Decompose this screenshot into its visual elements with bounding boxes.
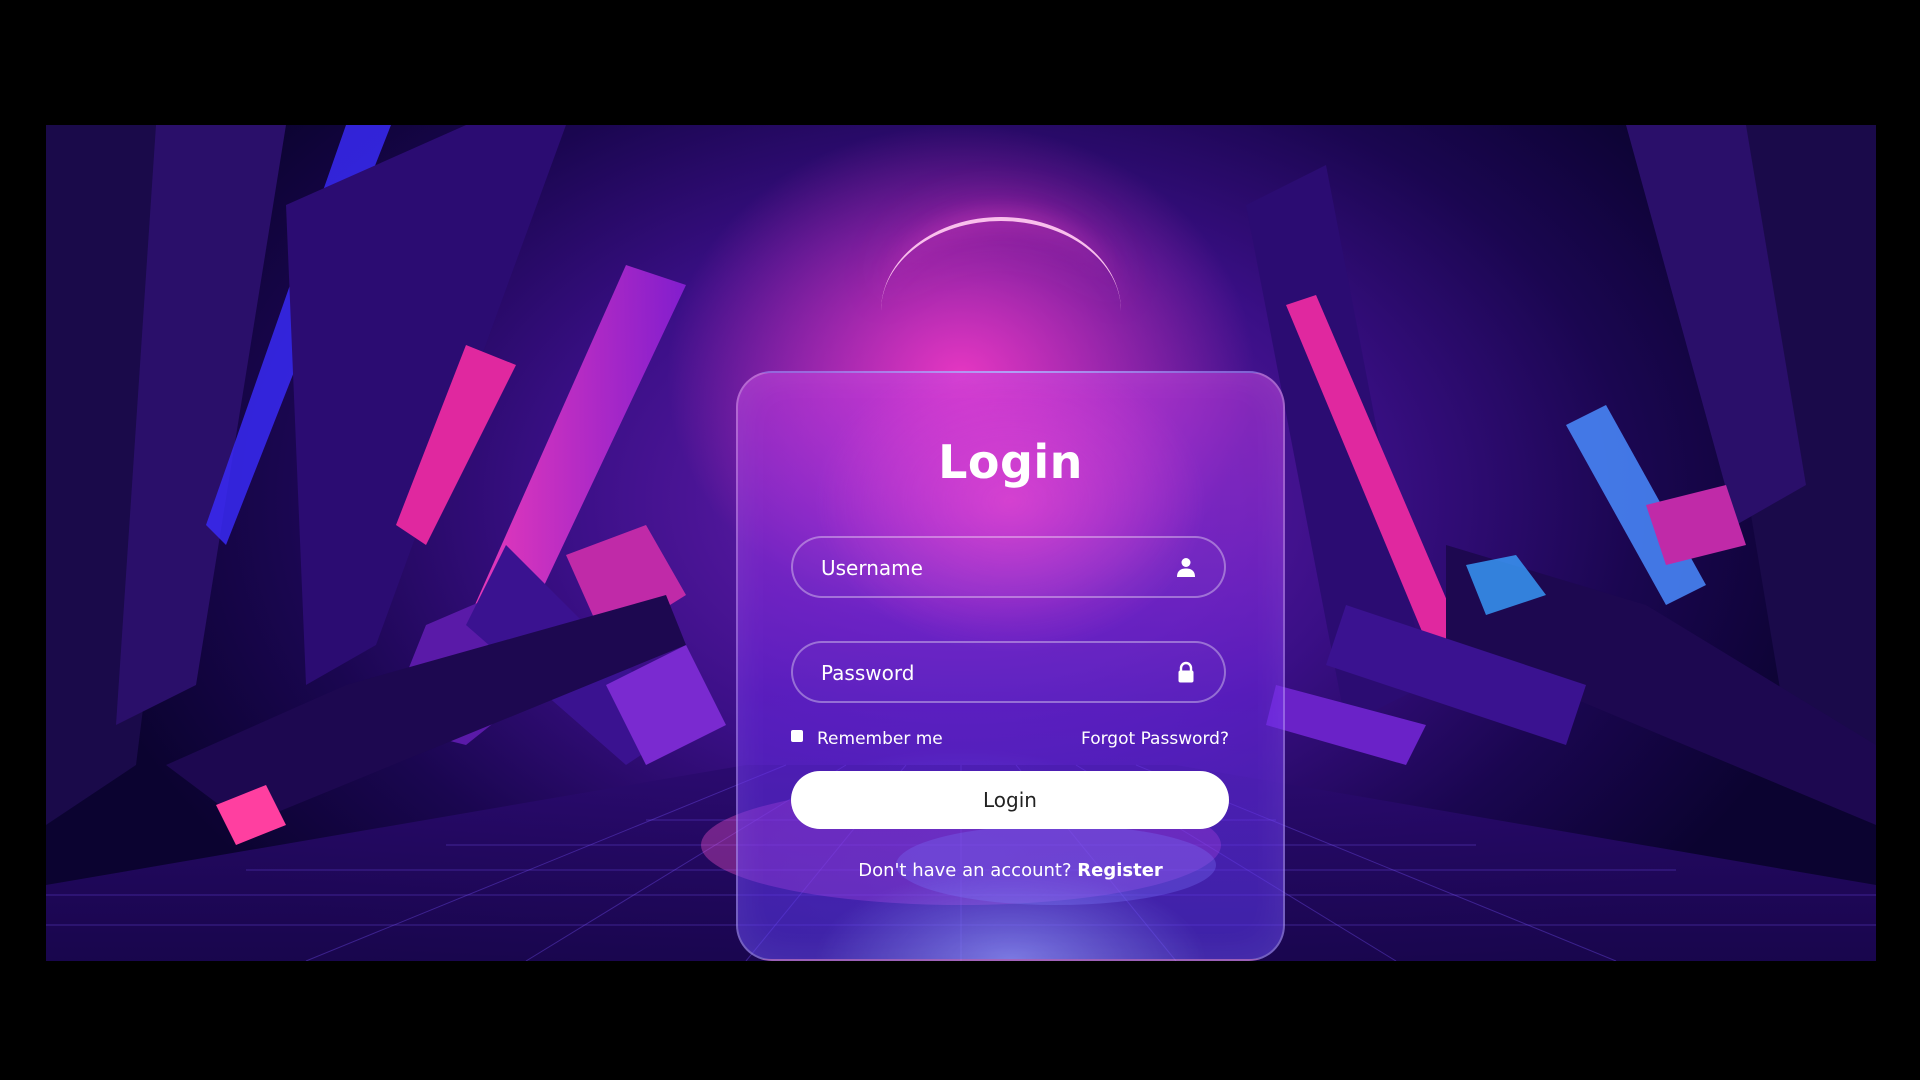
login-button[interactable]: Login xyxy=(791,771,1229,829)
remember-me-option[interactable]: Remember me xyxy=(791,729,943,749)
register-link[interactable]: Register xyxy=(1077,860,1163,881)
password-input[interactable] xyxy=(819,643,1153,703)
remember-me-label: Remember me xyxy=(817,729,943,749)
register-prompt-text: Don't have an account? xyxy=(858,860,1072,881)
background-scene: Login Remember me Forgot Password? Login xyxy=(46,125,1876,961)
forgot-password-link[interactable]: Forgot Password? xyxy=(1081,729,1229,749)
login-options-row: Remember me Forgot Password? xyxy=(791,727,1229,753)
username-input[interactable] xyxy=(819,538,1153,598)
user-icon xyxy=(1177,558,1195,577)
register-prompt: Don't have an account? Register xyxy=(738,860,1283,881)
login-title: Login xyxy=(938,435,1083,489)
login-card: Login Remember me Forgot Password? Login xyxy=(736,371,1285,961)
remember-me-checkbox[interactable] xyxy=(791,730,803,742)
username-field[interactable] xyxy=(791,536,1226,598)
password-field[interactable] xyxy=(791,641,1226,703)
lock-icon xyxy=(1178,661,1194,683)
